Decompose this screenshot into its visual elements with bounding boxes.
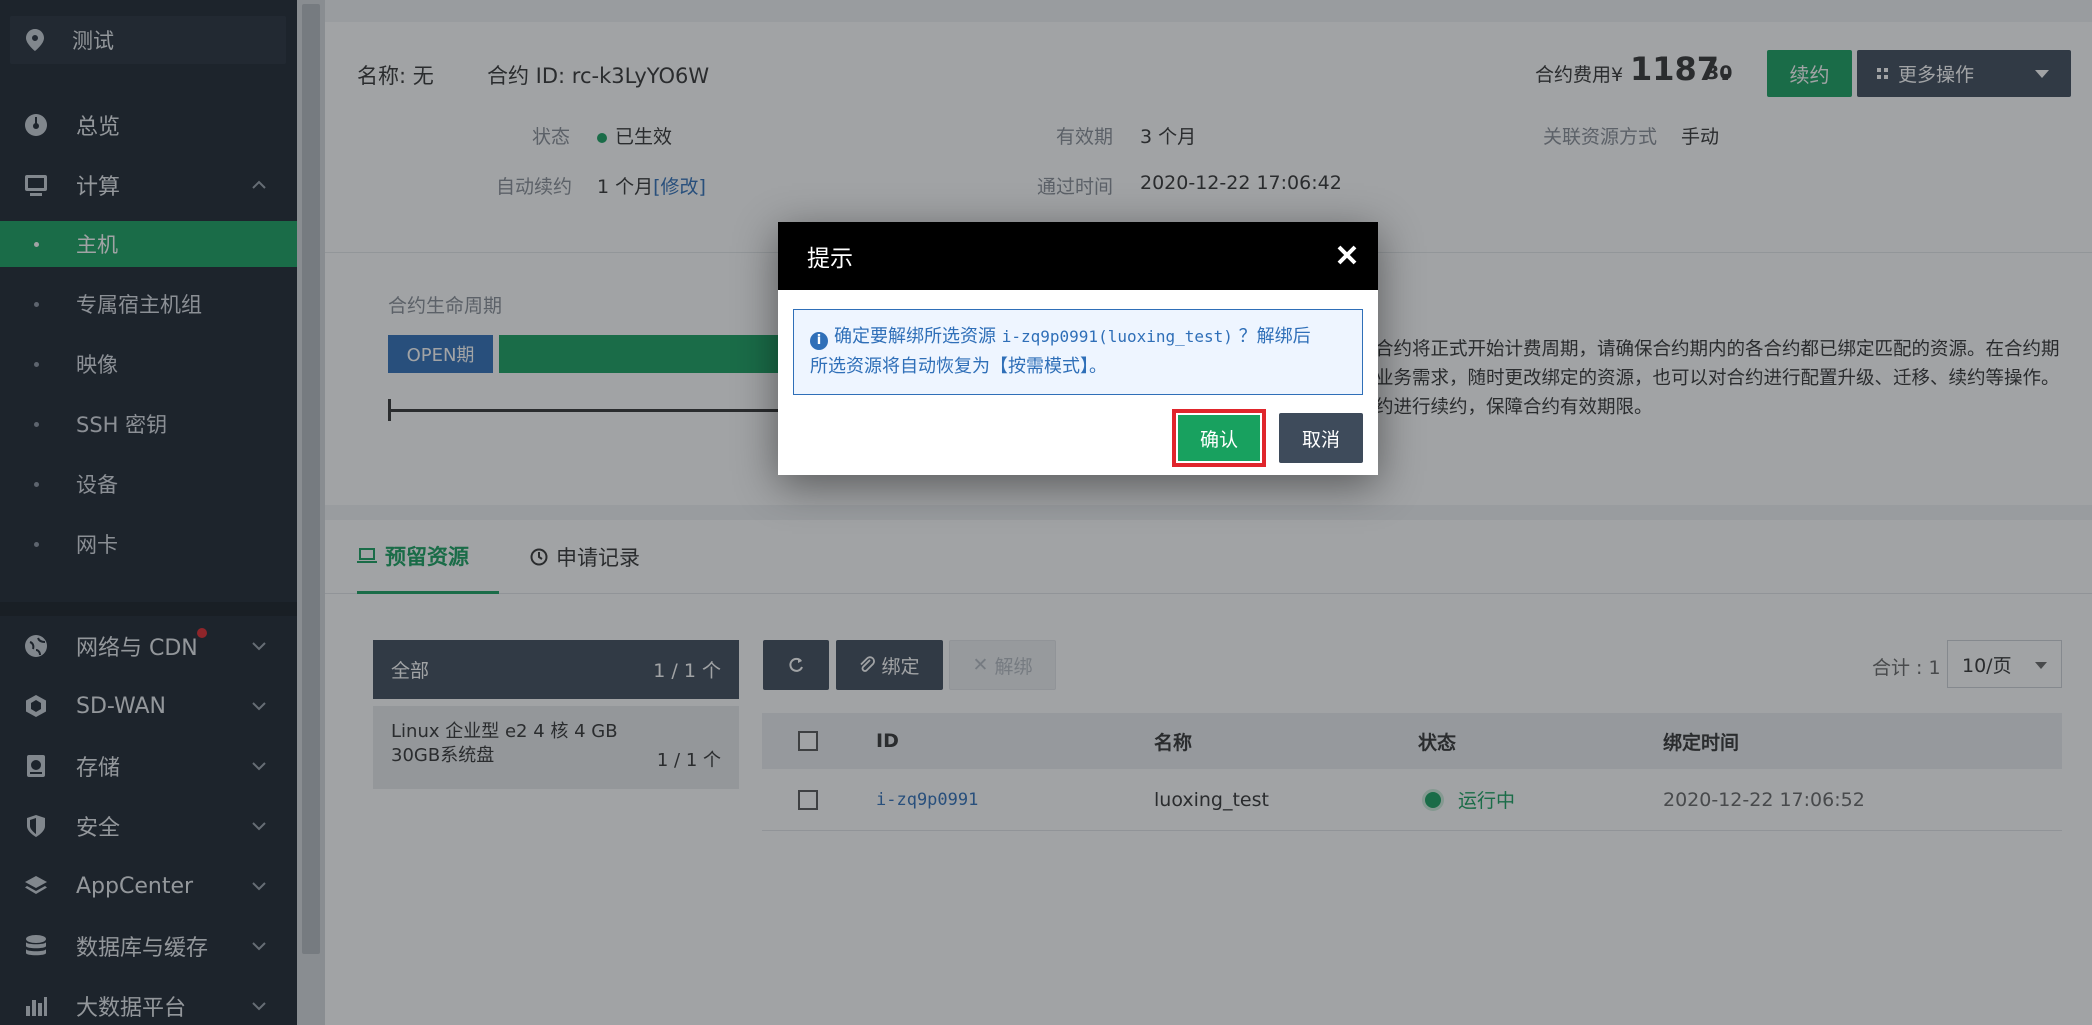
confirm-dialog: 提示 i 确定要解绑所选资源 i-zq9p0991(luoxing_test) ？…	[778, 222, 1378, 475]
cancel-button[interactable]: 取消	[1279, 413, 1363, 463]
dialog-message: i 确定要解绑所选资源 i-zq9p0991(luoxing_test) ？解绑后…	[793, 309, 1363, 395]
confirm-button[interactable]: 确认	[1172, 409, 1266, 467]
info-icon: i	[810, 332, 828, 350]
dialog-header: 提示	[778, 222, 1378, 290]
modal-overlay[interactable]	[0, 0, 2092, 1025]
msg-suffix: ？解绑后	[1238, 326, 1311, 347]
msg-resource: i-zq9p0991(luoxing_test)	[1001, 327, 1233, 346]
msg-line2: 所选资源将自动恢复为【按需模式】。	[810, 356, 1107, 377]
close-icon[interactable]	[1334, 242, 1360, 268]
dialog-title: 提示	[807, 246, 853, 272]
msg-prefix: 确定要解绑所选资源	[834, 326, 996, 347]
